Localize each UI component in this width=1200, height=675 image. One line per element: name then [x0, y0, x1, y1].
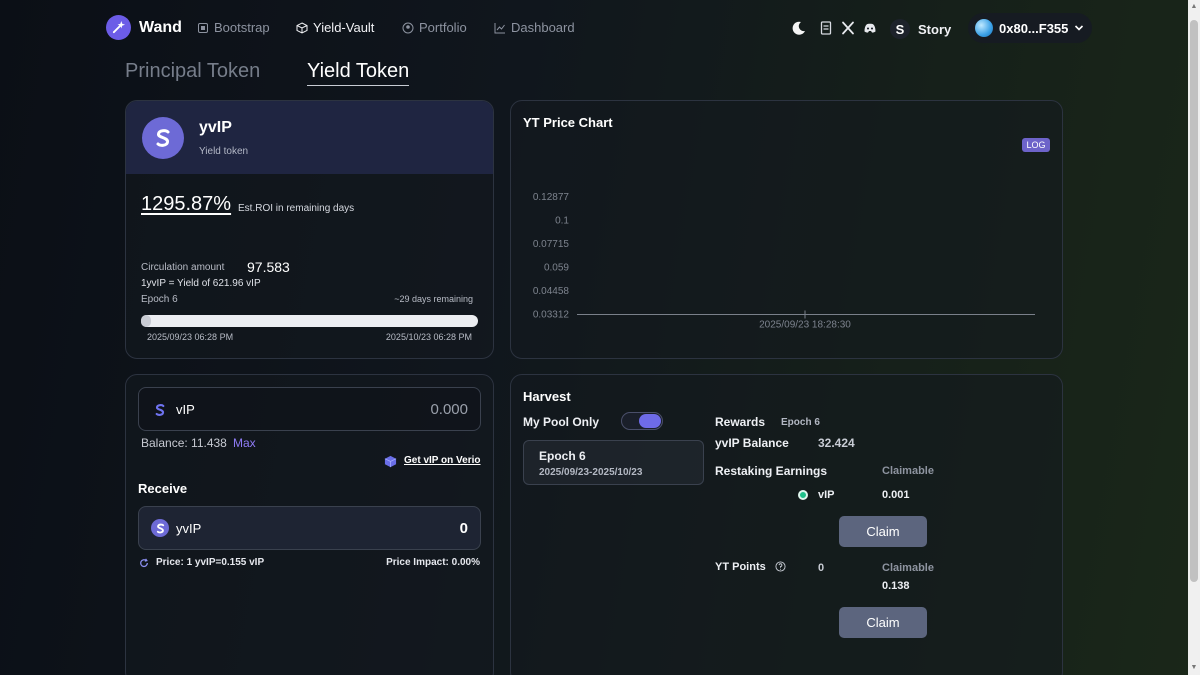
network-name: Story [918, 21, 952, 37]
x-twitter-icon[interactable] [840, 20, 856, 36]
points-claimable-label: Claimable [882, 562, 934, 574]
brand-logo[interactable]: Wand [106, 15, 182, 40]
epoch-box-range: 2025/09/23-2025/10/23 [539, 467, 643, 478]
wallet-address: 0x80...F355 [999, 20, 1069, 36]
cube-icon [296, 21, 308, 34]
rewards-epoch: Epoch 6 [781, 417, 820, 428]
my-pool-only-toggle[interactable] [621, 412, 663, 430]
nav-portfolio-label: Portfolio [419, 20, 467, 35]
yt-points-label: YT Points [715, 561, 766, 573]
refresh-icon[interactable] [139, 558, 149, 568]
top-nav: Wand Bootstrap Yield-Vault Portfolio Das… [0, 0, 1188, 56]
epoch-selector[interactable]: Epoch 6 2025/09/23-2025/10/23 [523, 440, 704, 485]
nav-portfolio[interactable]: Portfolio [402, 20, 467, 35]
token-name: yvIP [199, 119, 232, 136]
claim-earnings-button[interactable]: Claim [839, 516, 927, 547]
epoch-end-date: 2025/10/23 06:28 PM [385, 332, 472, 342]
swap-card: vIP 0.000 Balance: 11.438 Max Get vIP on… [125, 374, 494, 675]
help-icon[interactable] [775, 561, 786, 572]
x-tick-label: 2025/09/23 18:28:30 [759, 320, 851, 331]
token-info-card: yvIP Yield token 1295.87% Est.ROI in rem… [125, 100, 494, 359]
document-icon[interactable] [818, 20, 834, 36]
yvip-balance-label: yvIP Balance [715, 436, 789, 450]
nav-yield-vault[interactable]: Yield-Vault [296, 20, 374, 35]
verio-cube-icon [384, 455, 397, 468]
vip-input-field[interactable]: vIP 0.000 [138, 387, 481, 431]
vip-logo-icon [151, 401, 169, 419]
receive-token-name: yvIP [176, 521, 202, 536]
yvip-logo-icon [142, 117, 184, 159]
receive-heading: Receive [138, 481, 188, 496]
nav-bootstrap-label: Bootstrap [214, 20, 270, 35]
nav-dashboard[interactable]: Dashboard [494, 20, 575, 35]
y-tick-label: 0.1 [555, 216, 569, 227]
get-vip-verio-link[interactable]: Get vIP on Verio [404, 455, 481, 466]
days-remaining: ~29 days remaining [394, 294, 473, 304]
yt-points-value: 0 [818, 562, 825, 574]
price-label: Price: 1 yvIP=0.155 vIP [156, 557, 265, 568]
wallet-button[interactable]: 0x80...F355 [968, 13, 1092, 43]
harvest-card: Harvest My Pool Only Epoch 6 2025/09/23-… [510, 374, 1063, 675]
price-chart: 0.12877 0.1 0.07715 0.059 0.04458 0.03312 2025… [533, 192, 1035, 331]
price-impact-label: Price Impact: 0.00% [386, 557, 480, 568]
balance-label: Balance: 11.438 [141, 436, 227, 450]
est-roi-label: Est.ROI in remaining days [238, 203, 355, 214]
vip-claimable-value: 0.001 [882, 489, 910, 501]
vip-earnings-label: vIP [818, 489, 835, 501]
input-amount[interactable]: 0.000 [430, 401, 468, 418]
epoch-box-title: Epoch 6 [539, 449, 586, 463]
circulation-value: 97.583 [247, 259, 290, 275]
chart-icon [494, 22, 505, 33]
nav-yield-vault-label: Yield-Vault [313, 20, 375, 35]
my-pool-only-label: My Pool Only [523, 415, 600, 429]
scroll-down-arrow[interactable]: ▼ [1190, 664, 1198, 672]
network-selector[interactable]: S Story [890, 16, 951, 42]
claim-points-button[interactable]: Claim [839, 607, 927, 638]
yvip-small-icon [151, 519, 169, 537]
epoch-start-date: 2025/09/23 06:28 PM [147, 332, 234, 342]
tab-yield-token[interactable]: Yield Token [307, 60, 410, 86]
input-token-name: vIP [176, 402, 195, 417]
wand-icon [106, 15, 131, 40]
y-tick-label: 0.04458 [533, 286, 570, 297]
points-claimable-value: 0.138 [882, 580, 910, 592]
y-tick-label: 0.03312 [533, 310, 570, 321]
claimable-label: Claimable [882, 465, 934, 477]
nav-dashboard-label: Dashboard [511, 20, 575, 35]
brand-name: Wand [139, 18, 182, 36]
discord-icon[interactable] [862, 20, 878, 36]
est-roi-value: 1295.87% [141, 193, 232, 215]
chevron-down-icon [1075, 25, 1084, 31]
epoch-label: Epoch 6 [141, 294, 178, 305]
max-button[interactable]: Max [233, 436, 256, 450]
token-header: yvIP Yield token [126, 101, 493, 174]
vip-status-dot [798, 490, 808, 500]
scroll-up-arrow[interactable]: ▲ [1190, 3, 1198, 11]
price-chart-card: YT Price Chart LOG 0.12877 0.1 0.07715 0.05… [510, 100, 1063, 359]
story-logo-icon: S [890, 19, 910, 39]
tab-principal-token[interactable]: Principal Token [125, 60, 260, 85]
epoch-progress-bar [141, 315, 478, 327]
rewards-label: Rewards [715, 415, 766, 429]
y-tick-label: 0.12877 [533, 192, 570, 203]
circulation-label: Circulation amount [141, 262, 225, 273]
y-tick-label: 0.07715 [533, 239, 570, 250]
receive-field: yvIP 0 [138, 506, 481, 550]
toggle-knob [639, 414, 661, 428]
y-tick-label: 0.059 [544, 263, 569, 274]
yvip-balance-value: 32.424 [818, 436, 855, 450]
moon-icon[interactable] [791, 20, 807, 36]
progress-fill [141, 315, 152, 327]
bootstrap-icon [198, 22, 208, 33]
user-circle-icon [402, 22, 414, 33]
exchange-rate: 1yvIP = Yield of 621.96 vIP [141, 278, 261, 289]
token-subtitle: Yield token [199, 146, 249, 157]
receive-amount: 0 [459, 520, 468, 537]
harvest-title: Harvest [523, 389, 571, 404]
wallet-avatar [975, 19, 993, 37]
restaking-earnings-label: Restaking Earnings [715, 464, 828, 478]
nav-bootstrap[interactable]: Bootstrap [197, 20, 270, 35]
scrollbar-thumb[interactable] [1190, 20, 1198, 582]
